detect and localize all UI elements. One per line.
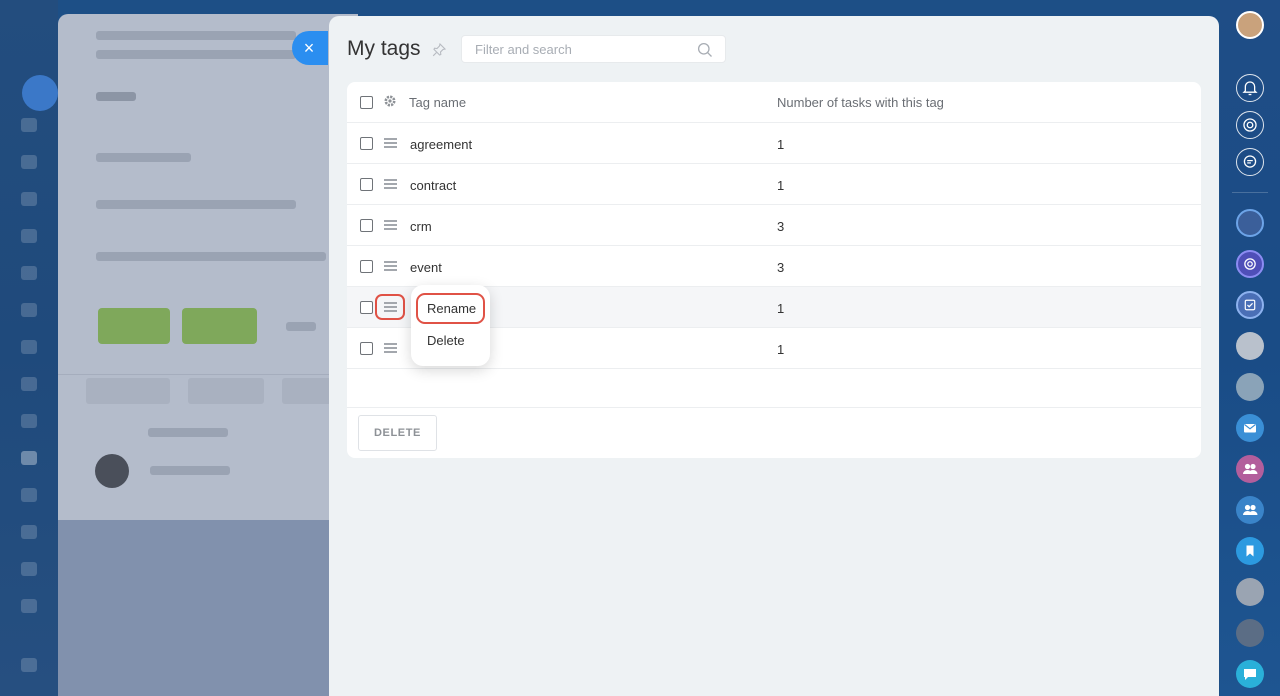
left-nav-icon[interactable]	[21, 525, 37, 539]
task-count: 3	[777, 260, 785, 275]
left-nav-icon[interactable]	[21, 303, 37, 317]
row-menu-icon[interactable]	[384, 179, 397, 189]
avatar-icon[interactable]	[1236, 373, 1264, 401]
row-checkbox[interactable]	[360, 137, 373, 150]
gear-icon[interactable]	[383, 94, 397, 108]
row-menu-highlight	[375, 294, 405, 320]
right-sidebar	[1220, 0, 1280, 696]
left-nav-icon[interactable]	[21, 377, 37, 391]
avatar-icon[interactable]	[1236, 619, 1264, 647]
avatar-icon[interactable]	[1236, 578, 1264, 606]
bell-icon[interactable]	[1236, 74, 1264, 102]
row-checkbox[interactable]	[360, 219, 373, 232]
left-nav-icon[interactable]	[21, 488, 37, 502]
footer-divider	[347, 407, 1201, 408]
task-count: 1	[777, 301, 785, 316]
table-row[interactable]: agreement 1	[347, 123, 1201, 164]
right-sidebar-divider	[1232, 192, 1268, 193]
left-nav-icon[interactable]	[21, 562, 37, 576]
row-menu-icon[interactable]	[384, 138, 397, 148]
left-nav-icon[interactable]	[21, 414, 37, 428]
menu-item-delete[interactable]: Delete	[427, 333, 465, 348]
table-row[interactable]: contract 1	[347, 164, 1201, 205]
left-nav-icon[interactable]	[21, 118, 37, 132]
left-nav-icon[interactable]	[21, 658, 37, 672]
left-nav-icon[interactable]	[21, 599, 37, 613]
row-checkbox[interactable]	[360, 342, 373, 355]
left-nav-icon[interactable]	[21, 192, 37, 206]
task-count: 3	[777, 219, 785, 234]
row-checkbox[interactable]	[360, 301, 373, 314]
search-icon[interactable]	[697, 42, 713, 58]
left-nav-icon[interactable]	[21, 229, 37, 243]
row-menu-icon[interactable]	[384, 261, 397, 271]
menu-item-rename[interactable]: Rename	[427, 301, 476, 316]
left-nav-icon[interactable]	[21, 340, 37, 354]
left-nav-icon[interactable]	[21, 451, 37, 465]
filter-search-input[interactable]	[462, 36, 682, 62]
row-menu-icon[interactable]	[384, 220, 397, 230]
table-row[interactable]: crm 3	[347, 205, 1201, 246]
group-icon[interactable]	[1236, 496, 1264, 524]
tags-table: Tag name Number of tasks with this tag a…	[347, 82, 1201, 458]
select-all-checkbox[interactable]	[360, 96, 373, 109]
column-header-task-count[interactable]: Number of tasks with this tag	[777, 95, 944, 110]
left-nav-icon[interactable]	[21, 155, 37, 169]
copilot-icon[interactable]	[1236, 111, 1264, 139]
chat-icon[interactable]	[1236, 148, 1264, 176]
task-count: 1	[777, 178, 785, 193]
bookmark-icon[interactable]	[1236, 537, 1264, 565]
message-icon[interactable]	[1236, 660, 1264, 688]
mail-icon[interactable]	[1236, 414, 1264, 442]
row-checkbox[interactable]	[360, 260, 373, 273]
column-header-tag-name[interactable]: Tag name	[409, 95, 466, 110]
table-header-row: Tag name Number of tasks with this tag	[347, 82, 1201, 123]
delete-button[interactable]: DELETE	[358, 415, 437, 451]
task-count: 1	[777, 137, 785, 152]
pin-icon[interactable]	[432, 43, 446, 57]
avatar-icon[interactable]	[1236, 332, 1264, 360]
group-icon[interactable]	[1236, 455, 1264, 483]
close-slider-button[interactable]: ×	[292, 31, 328, 65]
background-page-lower	[58, 520, 358, 696]
avatar-icon[interactable]	[1236, 209, 1264, 237]
page-title: My tags	[347, 37, 421, 60]
tasks-icon[interactable]	[1236, 291, 1264, 319]
left-nav-icon[interactable]	[21, 266, 37, 280]
filter-search-box	[461, 35, 726, 63]
tag-name: event	[410, 260, 442, 275]
tag-name: agreement	[410, 137, 473, 152]
task-count: 1	[777, 342, 785, 357]
left-sidebar-active-indicator	[22, 75, 58, 111]
tag-name: contract	[410, 178, 457, 193]
copilot-icon[interactable]	[1236, 250, 1264, 278]
tag-name: crm	[410, 219, 432, 234]
row-context-menu: Rename Delete	[411, 285, 490, 366]
avatar-icon[interactable]	[1236, 11, 1264, 39]
table-row[interactable]: event 3	[347, 246, 1201, 287]
row-menu-icon[interactable]	[384, 343, 397, 353]
left-sidebar	[0, 0, 58, 696]
row-checkbox[interactable]	[360, 178, 373, 191]
